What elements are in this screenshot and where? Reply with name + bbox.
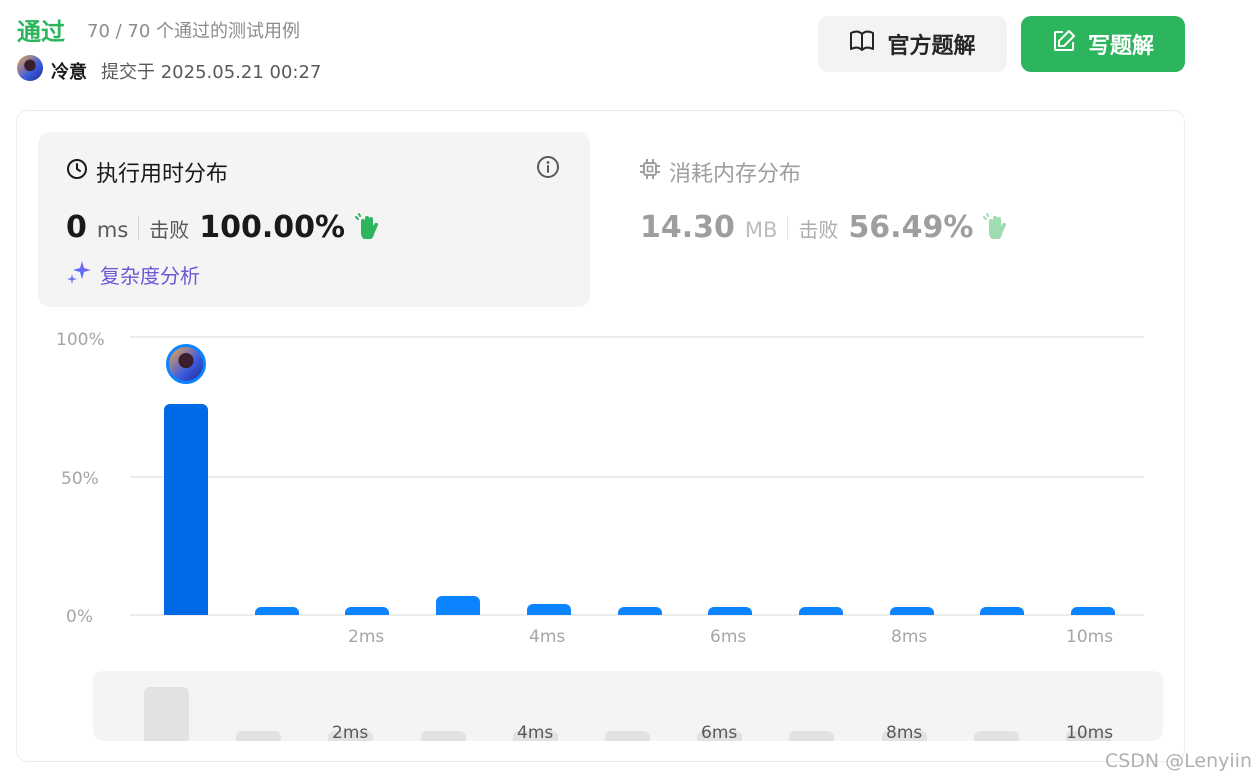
clock-icon xyxy=(66,158,88,186)
watermark: CSDN @Lenyiin xyxy=(1104,750,1252,772)
testcases-summary: 70 / 70 个通过的测试用例 xyxy=(87,21,301,42)
memory-stats: 14.30 MB 击败 56.49% xyxy=(640,210,1009,245)
runtime-beat-label: 击败 xyxy=(149,218,190,242)
range-selector-bar xyxy=(420,731,466,741)
memory-value: 14.30 xyxy=(640,210,735,245)
complexity-analysis-label: 复杂度分析 xyxy=(100,264,200,288)
range-selector-bar xyxy=(144,687,189,741)
my-submission-avatar xyxy=(166,343,206,384)
status-label: 通过 xyxy=(17,18,65,46)
write-solution-label: 写题解 xyxy=(1087,34,1154,59)
runtime-title-label: 执行用时分布 xyxy=(96,162,229,187)
memory-beat-label: 击败 xyxy=(798,218,839,242)
x-tick-label: 8ms xyxy=(891,627,928,647)
sparkle-icon xyxy=(66,259,92,290)
y-tick-label: 0% xyxy=(66,607,93,627)
complexity-analysis-link[interactable]: 复杂度分析 xyxy=(66,259,200,290)
histogram-bar[interactable] xyxy=(708,606,753,615)
range-tick-label: 4ms xyxy=(517,723,554,743)
range-tick-label: 2ms xyxy=(332,723,369,743)
info-icon[interactable] xyxy=(536,155,560,183)
runtime-unit: ms xyxy=(96,218,129,242)
range-tick-label: 10ms xyxy=(1066,723,1114,743)
histogram-bar[interactable] xyxy=(254,606,299,615)
submission-time: 提交于 2025.05.21 00:27 xyxy=(101,62,322,83)
x-tick-label: 4ms xyxy=(529,627,566,647)
range-selector-bar xyxy=(236,731,282,741)
runtime-title: 执行用时分布 xyxy=(66,156,228,188)
histogram-bar[interactable] xyxy=(798,606,843,615)
range-tick-label: 6ms xyxy=(701,723,738,743)
runtime-value: 0 xyxy=(66,210,87,245)
histogram-bar[interactable] xyxy=(164,403,208,615)
runtime-stats: 0 ms 击败 100.00% xyxy=(66,210,381,245)
histogram-bar[interactable] xyxy=(617,606,662,615)
divider xyxy=(787,215,789,240)
range-tick-label: 8ms xyxy=(886,723,923,743)
y-tick-label: 50% xyxy=(61,469,99,489)
official-solution-label: 官方题解 xyxy=(887,34,976,59)
histogram-bar[interactable] xyxy=(980,606,1025,615)
range-selector-bar xyxy=(973,731,1019,741)
divider xyxy=(138,215,140,240)
memory-unit: MB xyxy=(744,218,778,242)
histogram-bar[interactable] xyxy=(345,606,390,615)
x-tick-label: 2ms xyxy=(348,627,385,647)
memory-beat-value: 56.49% xyxy=(848,210,974,245)
histogram-bar[interactable] xyxy=(1071,606,1115,615)
memory-tab[interactable]: 消耗内存分布 xyxy=(639,156,801,188)
histogram-bar[interactable] xyxy=(889,606,934,615)
grid-line xyxy=(130,336,1144,338)
histogram-bar[interactable] xyxy=(436,595,481,615)
x-tick-label: 10ms xyxy=(1066,627,1114,647)
avatar[interactable] xyxy=(17,55,43,81)
clap-icon xyxy=(355,212,381,243)
username-link[interactable]: 冷意 xyxy=(51,58,87,84)
edit-icon xyxy=(1052,29,1076,59)
chip-icon xyxy=(639,158,661,186)
range-selector-bar xyxy=(789,731,835,741)
grid-line xyxy=(130,476,1144,478)
histogram-bar[interactable] xyxy=(526,603,571,615)
y-tick-label: 100% xyxy=(56,330,105,350)
runtime-beat-value: 100.00% xyxy=(199,210,346,245)
book-icon xyxy=(849,30,875,58)
x-tick-label: 6ms xyxy=(710,627,747,647)
write-solution-button[interactable]: 写题解 xyxy=(1021,16,1185,72)
official-solution-button[interactable]: 官方题解 xyxy=(818,16,1007,72)
memory-title-label: 消耗内存分布 xyxy=(669,162,802,187)
range-selector-bar xyxy=(605,731,650,741)
clap-icon xyxy=(983,212,1009,243)
